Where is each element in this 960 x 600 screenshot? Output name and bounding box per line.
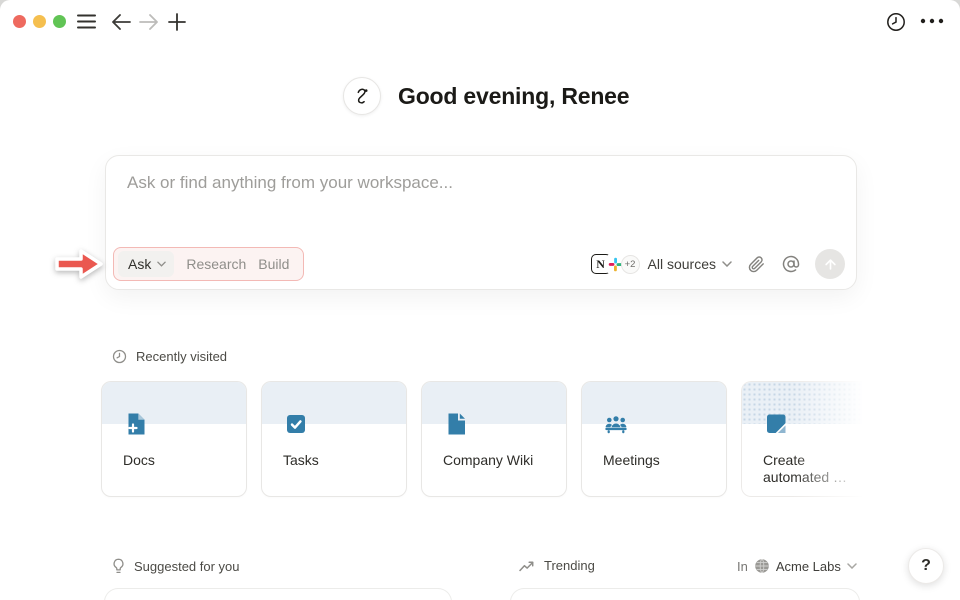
back-icon[interactable] [111, 14, 131, 30]
trending-card-stub[interactable] [510, 588, 860, 600]
forward-icon[interactable] [139, 14, 159, 30]
traffic-lights [13, 15, 66, 28]
card-meetings[interactable]: Meetings [581, 381, 727, 497]
chevron-down-icon [722, 261, 732, 267]
attach-icon[interactable] [748, 256, 765, 273]
card-tasks[interactable]: Tasks [261, 381, 407, 497]
section-title: Trending [544, 558, 595, 573]
send-button[interactable] [815, 249, 845, 279]
mode-build-button[interactable]: Build [258, 256, 289, 272]
workspace-prefix: In [737, 559, 748, 574]
globe-icon [754, 558, 770, 574]
meeting-people-icon [603, 411, 629, 437]
trending-icon [519, 560, 535, 572]
mode-ask-label: Ask [128, 256, 151, 272]
mode-ask-button[interactable]: Ask [118, 251, 174, 277]
section-title: Recently visited [136, 349, 227, 364]
new-tab-icon[interactable] [167, 12, 187, 32]
app-window: Good evening, Renee Ask Research Build N [0, 0, 960, 600]
mode-research-button[interactable]: Research [186, 256, 246, 272]
history-icon[interactable] [886, 12, 906, 32]
close-window-button[interactable] [13, 15, 26, 28]
workspace-name: Acme Labs [776, 559, 841, 574]
ask-toolbar: N +2 All sources [591, 249, 845, 279]
mention-icon[interactable] [782, 255, 800, 273]
menu-icon[interactable] [77, 14, 96, 29]
ask-input[interactable] [127, 173, 827, 193]
notion-face-icon [343, 77, 381, 115]
chevron-down-icon [157, 261, 166, 267]
extra-sources-badge: +2 [621, 255, 640, 274]
more-icon[interactable] [920, 18, 944, 24]
card-label: Company Wiki [443, 452, 555, 469]
arrow-up-icon [823, 257, 838, 272]
chevron-down-icon [847, 563, 857, 569]
minimize-window-button[interactable] [33, 15, 46, 28]
annotation-arrow [53, 246, 105, 287]
help-button[interactable]: ? [908, 548, 944, 584]
card-label: Meetings [603, 452, 715, 469]
ask-box: Ask Research Build N +2 All [105, 155, 857, 290]
clock-icon [112, 349, 127, 364]
trending-header: Trending [519, 558, 595, 573]
page-icon [443, 411, 469, 437]
card-label: Tasks [283, 452, 395, 469]
workspace-filter[interactable]: In Acme Labs [737, 558, 857, 574]
card-label: Create automated … [763, 452, 875, 486]
lightbulb-icon [112, 558, 125, 575]
mode-switcher: Ask Research Build [113, 247, 304, 281]
card-company-wiki[interactable]: Company Wiki [421, 381, 567, 497]
suggested-header: Suggested for you [112, 558, 240, 575]
card-docs[interactable]: Docs [101, 381, 247, 497]
card-create-automated[interactable]: Create automated … [741, 381, 887, 497]
suggested-card-stub[interactable] [104, 588, 452, 600]
task-check-icon [283, 411, 309, 437]
sources-button[interactable]: N +2 All sources [591, 254, 748, 274]
page-title: Good evening, Renee [398, 83, 629, 110]
card-label: Docs [123, 452, 235, 469]
doc-plus-icon [123, 411, 149, 437]
template-icon [763, 411, 789, 437]
recently-visited-cards: Docs Tasks Company Wiki [101, 381, 887, 497]
recently-visited-header: Recently visited [112, 349, 227, 364]
section-title: Suggested for you [134, 559, 240, 574]
zoom-window-button[interactable] [53, 15, 66, 28]
all-sources-label: All sources [648, 256, 716, 272]
